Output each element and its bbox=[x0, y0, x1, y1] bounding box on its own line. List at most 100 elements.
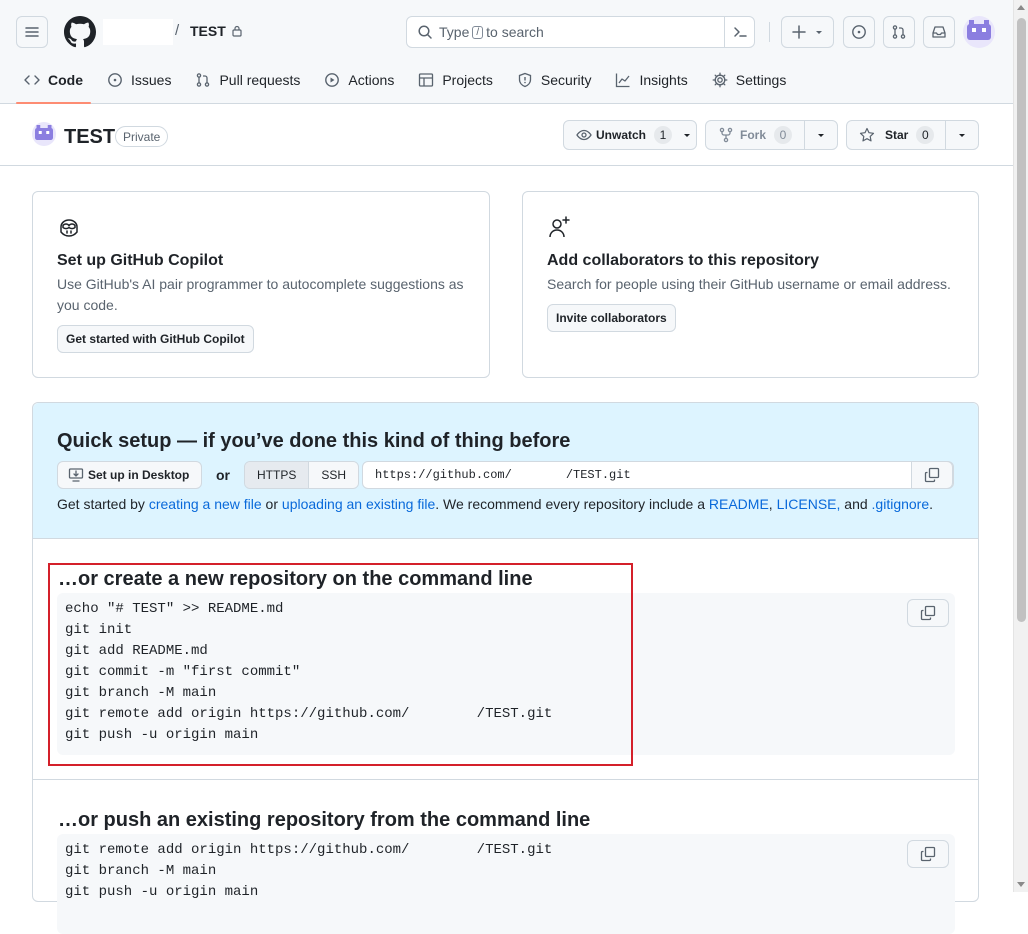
invite-collaborators-button[interactable]: Invite collaborators bbox=[547, 304, 676, 332]
upload-file-link[interactable]: uploading an existing file bbox=[282, 496, 435, 512]
issue-icon bbox=[108, 73, 122, 87]
global-header: / TEST Type / to search Code Issues Pull… bbox=[0, 0, 1013, 104]
collaborators-card: Add collaborators to this repository Sea… bbox=[522, 191, 979, 378]
inbox-icon bbox=[932, 26, 946, 38]
ssh-option[interactable]: SSH bbox=[309, 462, 359, 488]
copy-push-commands-button[interactable] bbox=[907, 840, 949, 868]
tab-actions[interactable]: Actions bbox=[316, 64, 402, 96]
push-repo-code-block: git remote add origin https://github.com… bbox=[57, 834, 955, 934]
copy-icon bbox=[920, 605, 936, 621]
scroll-down-arrow-icon[interactable] bbox=[1017, 882, 1025, 887]
tab-code-label: Code bbox=[48, 72, 83, 88]
desktop-download-icon bbox=[68, 468, 84, 482]
lock-icon bbox=[232, 25, 242, 37]
issue-icon bbox=[852, 25, 866, 39]
caret-down-icon bbox=[818, 134, 825, 137]
repo-owner-avatar[interactable] bbox=[32, 122, 56, 146]
terminal-icon bbox=[733, 27, 747, 37]
gitignore-link[interactable]: .gitignore bbox=[872, 496, 930, 512]
license-link[interactable]: LICENSE, bbox=[777, 496, 841, 512]
star-dropdown[interactable] bbox=[946, 130, 978, 140]
graph-icon bbox=[616, 73, 630, 88]
avatar-icon bbox=[967, 20, 991, 40]
owner-name-redacted[interactable] bbox=[103, 19, 173, 45]
copy-new-repo-commands-button[interactable] bbox=[907, 599, 949, 627]
quick-setup-title: Quick setup — if you’ve done this kind o… bbox=[57, 430, 571, 452]
tab-code[interactable]: Code bbox=[16, 64, 91, 104]
tab-settings[interactable]: Settings bbox=[704, 64, 795, 96]
copilot-get-started-button[interactable]: Get started with GitHub Copilot bbox=[57, 325, 254, 353]
readme-link[interactable]: README bbox=[709, 496, 769, 512]
tab-insights-label: Insights bbox=[639, 72, 688, 88]
https-option[interactable]: HTTPS bbox=[245, 462, 310, 488]
create-new-button[interactable] bbox=[781, 16, 834, 48]
pull-requests-button[interactable] bbox=[883, 16, 915, 48]
visibility-badge: Private bbox=[115, 126, 169, 147]
section-divider bbox=[33, 779, 978, 780]
hint-text: or bbox=[261, 496, 282, 512]
fork-label: Fork bbox=[740, 128, 767, 142]
breadcrumb-repo-label[interactable]: TEST bbox=[190, 23, 226, 39]
inbox-button[interactable] bbox=[923, 16, 955, 48]
github-logo-icon[interactable] bbox=[64, 16, 96, 48]
setup-desktop-button[interactable]: Set up in Desktop bbox=[57, 461, 203, 489]
push-repo-title: …or push an existing repository from the… bbox=[58, 809, 591, 831]
command-palette-button[interactable] bbox=[724, 17, 754, 47]
collaborators-card-title: Add collaborators to this repository bbox=[547, 252, 820, 269]
code-line: git branch -M main bbox=[65, 863, 217, 879]
breadcrumb-repo[interactable]: TEST bbox=[190, 23, 243, 39]
unwatch-button[interactable]: Unwatch 1 bbox=[563, 120, 697, 150]
copy-url-button[interactable] bbox=[911, 461, 953, 489]
hint-text: , bbox=[768, 496, 777, 512]
protocol-selector: HTTPS SSH bbox=[244, 461, 360, 489]
clone-url-field[interactable]: https://github.com/ /TEST.git bbox=[362, 461, 954, 489]
collaborators-card-description: Search for people using their GitHub use… bbox=[547, 276, 951, 292]
copy-icon bbox=[924, 467, 940, 483]
code-line: git push -u origin main bbox=[65, 884, 259, 900]
tab-projects[interactable]: Projects bbox=[410, 64, 501, 96]
fork-count: 0 bbox=[774, 126, 793, 144]
menu-button[interactable] bbox=[16, 16, 48, 48]
tab-pull-requests[interactable]: Pull requests bbox=[187, 64, 308, 96]
star-button-group: Star 0 bbox=[846, 120, 979, 150]
page-scrollbar[interactable] bbox=[1013, 0, 1028, 892]
shield-icon bbox=[518, 72, 532, 88]
search-input[interactable]: Type / to search bbox=[406, 16, 755, 48]
hint-text: . bbox=[929, 496, 934, 512]
scroll-up-arrow-icon[interactable] bbox=[1017, 5, 1025, 10]
unwatch-label: Unwatch bbox=[596, 128, 647, 142]
tab-security[interactable]: Security bbox=[509, 64, 600, 96]
quick-setup-header: Quick setup — if you’ve done this kind o… bbox=[33, 403, 978, 539]
pull-request-icon bbox=[892, 25, 906, 39]
scrollbar-thumb[interactable] bbox=[1017, 18, 1026, 622]
tab-insights[interactable]: Insights bbox=[607, 64, 695, 96]
issues-button[interactable] bbox=[843, 16, 875, 48]
search-placeholder-start: Type bbox=[439, 24, 470, 40]
fork-button[interactable]: Fork 0 bbox=[706, 121, 806, 149]
repo-header: TEST Private Unwatch 1 Fork 0 Star 0 bbox=[0, 104, 1013, 166]
caret-down-icon bbox=[959, 134, 966, 137]
search-shortcut-key: / bbox=[472, 25, 484, 39]
header-divider bbox=[769, 22, 770, 42]
caret-down-icon bbox=[815, 31, 822, 34]
tab-issues[interactable]: Issues bbox=[99, 64, 179, 96]
gear-icon bbox=[712, 72, 728, 88]
play-icon bbox=[325, 73, 340, 87]
user-avatar[interactable] bbox=[963, 16, 995, 48]
quick-setup-hint: Get started by creating a new file or up… bbox=[57, 496, 933, 512]
eye-icon bbox=[576, 129, 592, 141]
code-line: git remote add origin https://github.com… bbox=[65, 842, 553, 858]
breadcrumb-separator: / bbox=[175, 22, 180, 39]
hamburger-icon bbox=[25, 27, 39, 37]
repo-title[interactable]: TEST bbox=[64, 126, 115, 149]
fork-button-group: Fork 0 bbox=[705, 120, 838, 150]
create-new-file-link[interactable]: creating a new file bbox=[149, 496, 262, 512]
table-icon bbox=[419, 73, 434, 87]
star-button[interactable]: Star 0 bbox=[847, 121, 947, 149]
copilot-icon bbox=[57, 216, 81, 240]
or-label: or bbox=[216, 467, 230, 483]
fork-dropdown[interactable] bbox=[805, 130, 837, 140]
search-icon bbox=[418, 25, 432, 39]
tab-actions-label: Actions bbox=[348, 72, 395, 88]
star-count: 0 bbox=[916, 126, 935, 144]
